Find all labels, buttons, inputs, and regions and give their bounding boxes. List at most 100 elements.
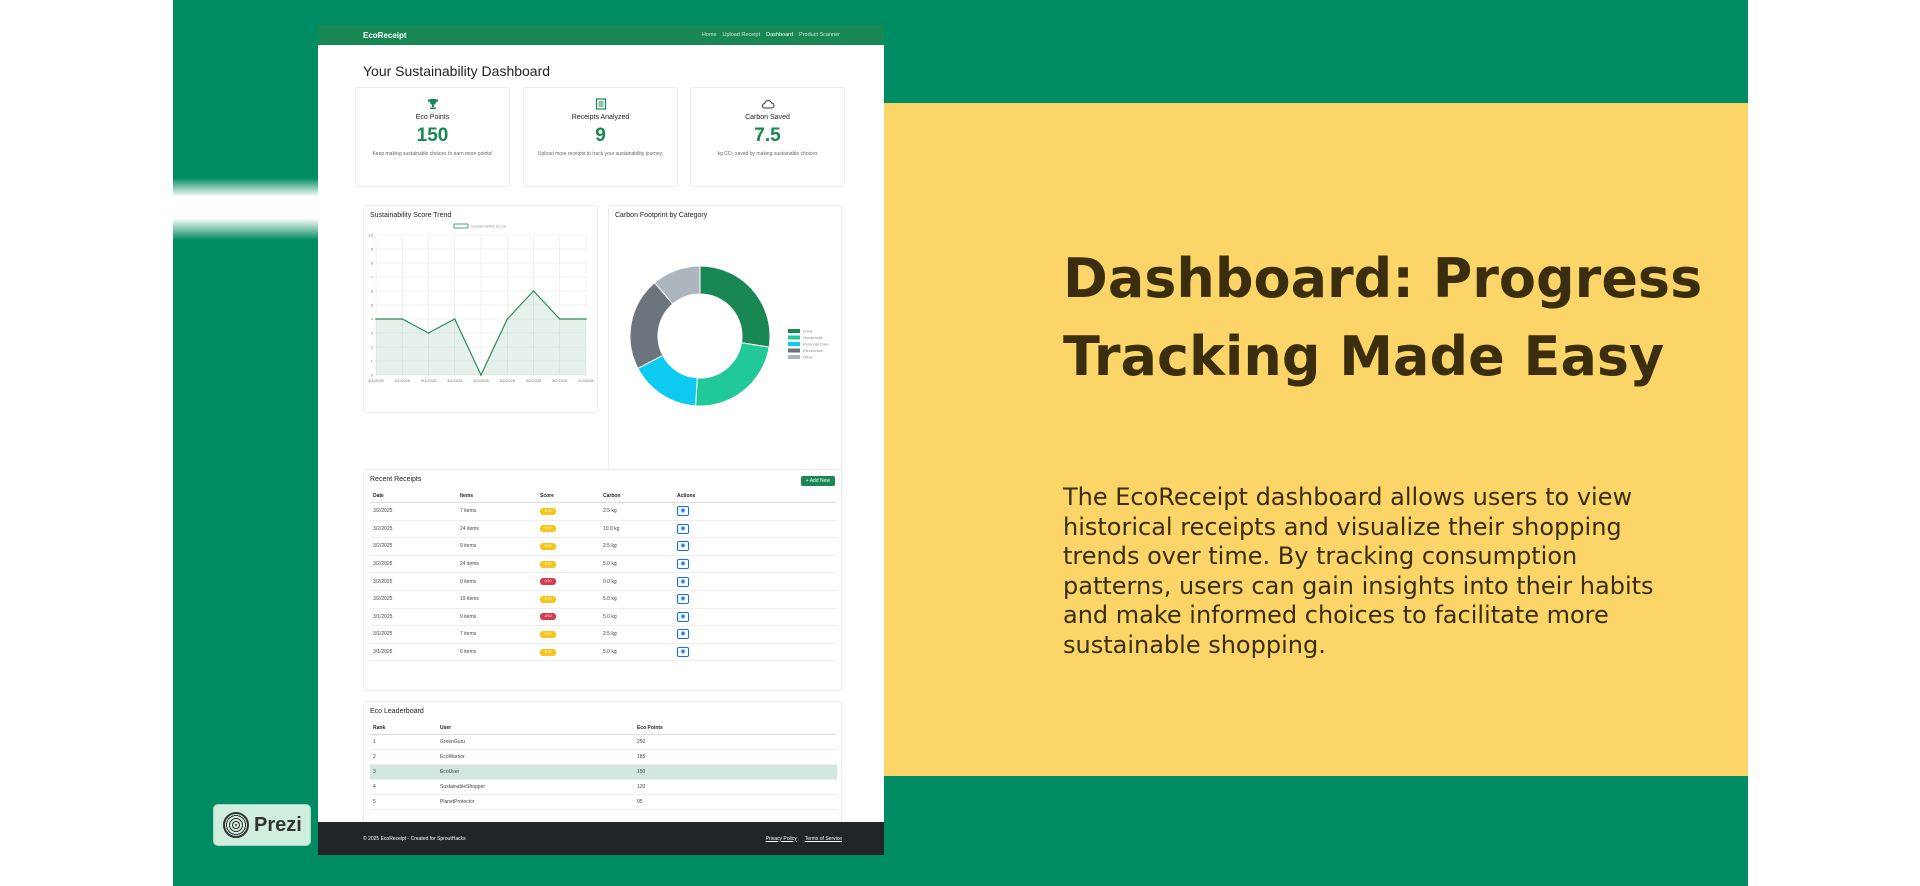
privacy-policy-link[interactable]: Privacy Policy	[766, 836, 797, 842]
receipt-items: 19 items	[457, 590, 537, 609]
leaderboard-col-header: Eco Points	[634, 722, 837, 735]
score-badge: 5/10	[540, 595, 556, 603]
receipt-date: 3/2/2025	[370, 590, 457, 609]
view-receipt-button[interactable]: ◉	[677, 541, 689, 552]
leaderboard-user: SustainableShopper	[437, 779, 634, 795]
receipt-actions: ◉	[674, 590, 837, 609]
receipts-body: 3/2/2025 7 items 5/10 2.5 kg ◉ 3/2/2025 24 ite…	[370, 502, 837, 662]
navbar: EcoReceipt Home Upload Receipt Dashboard Pr…	[318, 25, 884, 45]
leaderboard-user: GreenGuru	[437, 734, 634, 750]
stat-card-receipts: Receipts Analyzed 9 Upload more receipts…	[523, 87, 678, 187]
legend-swatch	[788, 355, 800, 359]
view-receipt-button[interactable]: ◉	[677, 523, 689, 534]
view-receipt-button[interactable]: ◉	[677, 594, 689, 605]
stat-card-carbon: Carbon Saved 7.5 kg CO₂ saved by making …	[690, 87, 845, 187]
receipt-score-cell: 5/10	[537, 590, 600, 609]
y-tick-label: 8	[371, 261, 374, 266]
score-badge: 5/10	[540, 560, 556, 568]
receipts-col-header: Actions	[674, 490, 837, 503]
score-point	[480, 374, 482, 376]
legend-label: Household	[803, 335, 822, 340]
prezi-label: Prezi	[254, 813, 302, 836]
leaderboard-rank: 3	[370, 764, 437, 780]
x-tick-label: 3/2/2025	[473, 378, 489, 383]
table-row: 3/1/2025 6 items 5/10 5.0 kg ◉	[370, 643, 837, 662]
nav-link-product-scanner[interactable]: Product Scanner	[799, 32, 840, 38]
nav-link-upload-receipt[interactable]: Upload Receipt	[723, 32, 761, 38]
receipt-items: 6 items	[457, 643, 537, 662]
light-strip	[173, 178, 319, 240]
donut-slice-household	[694, 342, 770, 407]
receipts-header-row: Date Items Score Carbon Actions	[370, 490, 837, 503]
view-receipt-button[interactable]: ◉	[677, 559, 689, 570]
receipt-items: 9 items	[457, 537, 537, 556]
cloud-icon	[691, 98, 844, 112]
y-tick-label: 0	[371, 373, 374, 378]
leaderboard-title: Eco Leaderboard	[370, 708, 424, 715]
receipt-carbon: 10.0 kg	[600, 520, 674, 539]
score-badge: 5/10	[540, 542, 556, 550]
score-point	[506, 318, 509, 320]
leaderboard-card: Eco Leaderboard Rank User Eco Points 1 Gree…	[363, 701, 842, 831]
brand[interactable]: EcoReceipt	[363, 31, 407, 40]
nav-link-dashboard[interactable]: Dashboard	[766, 32, 793, 38]
receipt-date: 3/2/2025	[370, 520, 457, 539]
table-row: 3/2/2025 24 items 5/10 10.0 kg ◉	[370, 520, 837, 539]
x-tick-label: 3/2/2025	[447, 378, 463, 383]
x-tick-label: 3/2/2025	[552, 378, 568, 383]
receipt-actions: ◉	[674, 572, 837, 591]
receipt-score-cell: 5/10	[537, 502, 600, 521]
score-point	[558, 318, 561, 320]
view-receipt-button[interactable]: ◉	[677, 647, 689, 658]
view-receipt-button[interactable]: ◉	[677, 506, 689, 517]
terms-of-service-link[interactable]: Terms of Service	[805, 836, 842, 842]
table-row: 3/2/2025 19 items 5/10 5.0 kg ◉	[370, 590, 837, 609]
leaderboard-table: Rank User Eco Points 1 GreenGuru 250 2 EcoWarr…	[370, 722, 837, 810]
stat-desc: Upload more receipts to track your susta…	[537, 151, 664, 157]
nav-link-home[interactable]: Home	[702, 32, 717, 38]
legend-label: Personal Care	[803, 342, 829, 347]
receipt-date: 3/2/2025	[370, 572, 457, 591]
trend-chart-card: Sustainability Score Trend 0 1 2 3 4 5 6 7 8 9 10 3…	[363, 205, 598, 413]
receipt-actions: ◉	[674, 643, 837, 662]
footer: © 2025 EcoReceipt - Created for SproutHa…	[318, 822, 884, 855]
app-screenshot: EcoReceipt Home Upload Receipt Dashboard Pr…	[318, 25, 884, 855]
score-point	[401, 318, 404, 320]
donut-slice-food	[699, 265, 771, 348]
table-row: 3/2/2025 0 items 0/10 0.0 kg ◉	[370, 572, 837, 591]
score-point	[585, 318, 587, 320]
trend-chart-title: Sustainability Score Trend	[370, 212, 452, 219]
add-new-button[interactable]: + Add New	[800, 476, 835, 486]
receipt-actions: ◉	[674, 502, 837, 521]
trend-chart: 0 1 2 3 4 5 6 7 8 9 10 3/1/2025 3/1/2025 3/1/2025 3/2/…	[368, 224, 594, 384]
leaderboard-rank: 5	[370, 794, 437, 810]
text-panel	[884, 103, 1748, 776]
leaderboard-body: 1 GreenGuru 250 2 EcoWarrior 185 3 EcoUser 150 4 S…	[370, 734, 837, 810]
prezi-badge[interactable]: Prezi	[213, 804, 311, 846]
trophy-icon	[356, 98, 509, 112]
legend-swatch	[788, 335, 800, 340]
receipt-items: 24 items	[457, 555, 537, 574]
donut-chart-card: Carbon Footprint by Category Food Househo…	[608, 205, 842, 475]
legend-label: Other	[803, 355, 814, 360]
receipt-items: 7 items	[457, 625, 537, 644]
view-receipt-button[interactable]: ◉	[677, 629, 689, 640]
receipt-score-cell: 4/10	[537, 608, 600, 627]
x-tick-label: 3/2/2025	[526, 378, 542, 383]
legend-swatch	[788, 342, 800, 346]
leaderboard-row: 1 GreenGuru 250	[370, 734, 837, 750]
legend-swatch	[788, 348, 800, 353]
view-receipt-button[interactable]: ◉	[677, 611, 689, 622]
receipt-date: 3/2/2025	[370, 555, 457, 574]
table-row: 3/2/2025 7 items 5/10 2.5 kg ◉	[370, 502, 837, 521]
score-badge: 4/10	[540, 613, 556, 621]
receipt-carbon: 2.5 kg	[600, 625, 674, 644]
view-receipt-button[interactable]: ◉	[677, 576, 689, 587]
donut-chart-title: Carbon Footprint by Category	[615, 212, 708, 219]
footer-copyright: © 2025 EcoReceipt - Created for SproutHa…	[363, 835, 466, 842]
receipt-actions: ◉	[674, 520, 837, 539]
receipt-actions: ◉	[674, 555, 837, 574]
y-tick-label: 9	[371, 247, 374, 252]
footer-links: Privacy Policy Terms of Service	[766, 836, 842, 842]
leaderboard-header-row: Rank User Eco Points	[370, 722, 837, 735]
